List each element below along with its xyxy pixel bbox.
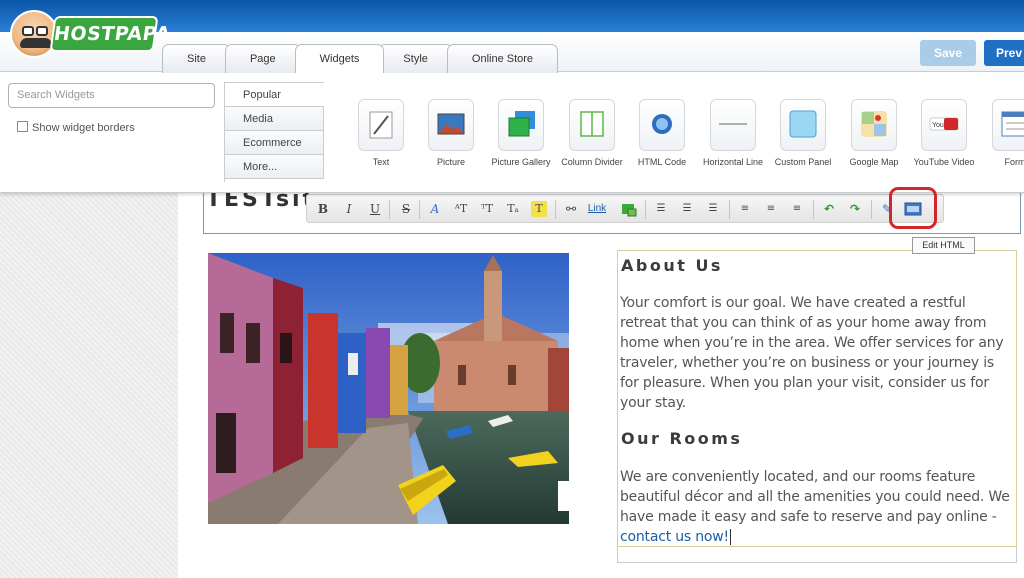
toolbar-separator	[645, 200, 646, 219]
widget-picture[interactable]: Picture	[416, 99, 486, 168]
link-button[interactable]: Link	[585, 201, 609, 217]
search-widgets-input[interactable]: Search Widgets	[8, 83, 215, 108]
venice-photo[interactable]	[208, 253, 569, 524]
widget-label: Picture	[436, 157, 465, 167]
youtube-icon: You	[921, 99, 967, 151]
widget-label: Custom Panel	[774, 157, 832, 167]
rooms-heading[interactable]: Our Rooms	[621, 429, 742, 448]
text-cursor	[729, 529, 731, 545]
align-right-icon[interactable]: ≡	[789, 201, 805, 217]
svg-text:You: You	[932, 122, 944, 129]
edit-html-highlight	[889, 187, 937, 229]
toolbar-separator	[555, 200, 556, 219]
toolbar-separator	[419, 200, 420, 219]
widget-panel: Search Widgets Show widget borders Popul…	[0, 73, 1024, 193]
widget-label: YouTube Video	[913, 157, 975, 167]
about-heading[interactable]: About Us	[621, 256, 723, 275]
strikethrough-button[interactable]: S	[398, 201, 414, 217]
contact-us-link[interactable]: contact us now!	[620, 529, 729, 545]
text-format-toolbar: B I U S A ᴬT ᵀT Tₐ T ⚯ Link ☰ ☰ ☰ ≡ ≡ ≡ …	[306, 194, 944, 223]
widget-label: Column Divider	[561, 157, 623, 167]
widget-label: Google Map	[849, 157, 899, 167]
widget-horizontal-line[interactable]: Horizontal Line	[698, 99, 768, 168]
widget-text[interactable]: Text	[346, 99, 416, 168]
google-map-icon	[851, 99, 897, 151]
rooms-body-text: We are conveniently located, and our roo…	[620, 469, 1010, 525]
custom-panel-icon	[780, 99, 826, 151]
toolbar-separator	[729, 200, 730, 219]
page-background-left	[0, 193, 178, 578]
html-code-icon	[639, 99, 685, 151]
tab-page[interactable]: Page	[224, 44, 301, 74]
glasses-right-icon	[36, 26, 48, 36]
indent-icon[interactable]: ☰	[705, 201, 721, 217]
tab-style[interactable]: Style	[378, 44, 453, 74]
form-icon	[992, 99, 1024, 151]
undo-icon[interactable]: ↶	[821, 201, 837, 217]
column-divider-icon	[569, 99, 615, 151]
mustache-icon	[20, 38, 52, 48]
edit-html-tooltip: Edit HTML	[912, 237, 975, 254]
category-media[interactable]: Media	[225, 106, 324, 131]
widget-label: Text	[372, 157, 390, 167]
insert-image-icon[interactable]	[621, 201, 637, 217]
horizontal-line-icon	[710, 99, 756, 151]
bullet-list-icon[interactable]: ☰	[679, 201, 695, 217]
tab-online-store[interactable]: Online Store	[446, 44, 559, 74]
widget-html-code[interactable]: HTML Code	[627, 99, 697, 168]
widget-categories: Popular Media Ecommerce More...	[224, 82, 324, 182]
logo-wordmark: HOSTPAPA	[49, 16, 172, 52]
show-borders-label: Show widget borders	[32, 122, 135, 134]
widget-label: Horizontal Line	[702, 157, 764, 167]
show-widget-borders-checkbox[interactable]: Show widget borders	[17, 121, 135, 134]
toolbar-separator	[871, 200, 872, 219]
italic-button[interactable]: I	[341, 201, 357, 217]
link-chain-icon[interactable]: ⚯	[563, 201, 579, 217]
widget-label: Form	[1004, 157, 1024, 167]
font-size-up-icon[interactable]: ᴬT	[453, 201, 469, 217]
font-icon[interactable]: A	[427, 201, 443, 217]
bold-button[interactable]: B	[315, 201, 331, 217]
glasses-left-icon	[22, 26, 34, 36]
content-outer-frame	[617, 547, 1017, 563]
tab-widgets[interactable]: Widgets	[294, 44, 385, 76]
widget-youtube-video[interactable]: You YouTube Video	[909, 99, 979, 168]
category-ecommerce[interactable]: Ecommerce	[225, 130, 324, 155]
widget-label: Picture Gallery	[491, 157, 551, 167]
highlight-icon[interactable]: T	[531, 201, 547, 217]
tab-site[interactable]: Site	[162, 44, 231, 74]
main-tabs: Site Page Widgets Style Online Store	[162, 44, 559, 76]
hostpapa-logo[interactable]: HOSTPAPA	[8, 6, 172, 58]
numbered-list-icon[interactable]: ☰	[653, 201, 669, 217]
mascot-icon	[10, 10, 58, 58]
align-left-icon[interactable]: ≡	[737, 201, 753, 217]
widget-label: HTML Code	[637, 157, 687, 167]
toolbar-separator	[389, 200, 390, 219]
gallery-widget-icon	[498, 99, 544, 151]
toolbar-separator	[813, 200, 814, 219]
category-popular[interactable]: Popular	[225, 82, 324, 107]
save-button[interactable]: Save	[920, 40, 976, 66]
widget-custom-panel[interactable]: Custom Panel	[768, 99, 838, 168]
redo-icon[interactable]: ↷	[847, 201, 863, 217]
widget-picture-gallery[interactable]: Picture Gallery	[486, 99, 556, 168]
picture-widget-icon	[428, 99, 474, 151]
preview-button[interactable]: Prev	[984, 40, 1024, 66]
widget-form[interactable]: Form	[980, 99, 1024, 168]
rooms-paragraph[interactable]: We are conveniently located, and our roo…	[620, 467, 1012, 547]
about-paragraph[interactable]: Your comfort is our goal. We have create…	[620, 293, 1012, 413]
widget-google-map[interactable]: Google Map	[839, 99, 909, 168]
text-widget-icon	[358, 99, 404, 151]
underline-button[interactable]: U	[367, 201, 383, 217]
align-center-icon[interactable]: ≡	[763, 201, 779, 217]
checkbox-box[interactable]	[17, 121, 28, 132]
font-size-down-icon[interactable]: ᵀT	[479, 201, 495, 217]
text-color-icon[interactable]: Tₐ	[505, 201, 521, 217]
category-more[interactable]: More...	[225, 154, 324, 179]
widget-column-divider[interactable]: Column Divider	[557, 99, 627, 168]
